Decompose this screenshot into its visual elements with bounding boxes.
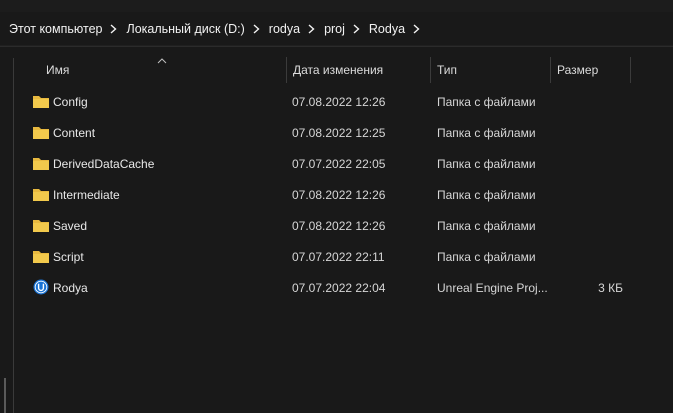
- column-resize-handle[interactable]: [630, 57, 631, 83]
- column-header-row: Имя Дата изменения Тип Размер: [14, 57, 673, 83]
- file-size: [554, 210, 623, 241]
- folder-icon: [33, 127, 49, 139]
- file-type: Папка с файлами: [437, 156, 536, 171]
- file-size: [554, 241, 623, 272]
- file-name: Config: [53, 94, 88, 109]
- file-type: Папка с файлами: [437, 94, 536, 109]
- file-name: Intermediate: [53, 187, 120, 202]
- chevron-right-icon[interactable]: [110, 23, 118, 34]
- file-date: 07.08.2022 12:26: [292, 218, 386, 233]
- folder-icon: [33, 158, 49, 170]
- file-name: DerivedDataCache: [53, 156, 155, 171]
- file-type: Unreal Engine Proj...: [437, 280, 548, 295]
- file-size: 3 КБ: [598, 280, 623, 295]
- chevron-right-icon[interactable]: [413, 23, 420, 34]
- column-header-date[interactable]: Дата изменения: [293, 57, 383, 83]
- column-resize-handle[interactable]: [286, 57, 287, 83]
- file-row-script[interactable]: Script 07.07.2022 22:11 Папка с файлами: [14, 241, 673, 272]
- file-type: Папка с файлами: [437, 187, 536, 202]
- column-resize-handle[interactable]: [550, 57, 551, 83]
- chevron-right-icon[interactable]: [308, 23, 315, 34]
- file-row-config[interactable]: Config 07.08.2022 12:26 Папка с файлами: [14, 86, 673, 117]
- file-row-rodya-uproject[interactable]: Rodya 07.07.2022 22:04 Unreal Engine Pro…: [14, 272, 673, 303]
- file-type: Папка с файлами: [437, 218, 536, 233]
- column-header-size[interactable]: Размер: [557, 57, 598, 83]
- breadcrumb-proj[interactable]: proj: [324, 22, 345, 36]
- window-top-strip: [0, 0, 673, 12]
- file-type: Папка с файлами: [437, 249, 536, 264]
- breadcrumb-this-pc[interactable]: Этот компьютер: [9, 22, 102, 36]
- folder-icon: [33, 251, 49, 263]
- column-header-name[interactable]: Имя: [46, 57, 69, 83]
- column-header-type[interactable]: Тип: [437, 57, 457, 83]
- file-date: 07.08.2022 12:25: [292, 125, 386, 140]
- file-size: [554, 117, 623, 148]
- breadcrumb-local-disk[interactable]: Локальный диск (D:): [126, 22, 244, 36]
- chevron-right-icon[interactable]: [353, 23, 360, 34]
- file-date: 07.07.2022 22:11: [292, 249, 385, 264]
- breadcrumb-rodya-project[interactable]: Rodya: [369, 22, 405, 36]
- file-row-deriveddatacache[interactable]: DerivedDataCache 07.07.2022 22:05 Папка …: [14, 148, 673, 179]
- file-type: Папка с файлами: [437, 125, 536, 140]
- file-name: Rodya: [53, 280, 88, 295]
- sort-ascending-icon: [157, 58, 167, 64]
- chevron-right-icon[interactable]: [253, 23, 260, 34]
- breadcrumb-rodya[interactable]: rodya: [269, 22, 300, 36]
- file-name: Script: [53, 249, 84, 264]
- address-divider: [0, 46, 673, 47]
- file-name: Saved: [53, 218, 88, 233]
- unreal-engine-icon: [33, 279, 49, 295]
- file-row-saved[interactable]: Saved 07.08.2022 12:26 Папка с файлами: [14, 210, 673, 241]
- folder-icon: [33, 220, 49, 232]
- address-bar[interactable]: Этот компьютер Локальный диск (D:) rodya…: [0, 12, 673, 46]
- file-size: [554, 179, 623, 210]
- file-date: 07.07.2022 22:04: [292, 280, 386, 295]
- file-size: [554, 148, 623, 179]
- file-row-intermediate[interactable]: Intermediate 07.08.2022 12:26 Папка с фа…: [14, 179, 673, 210]
- file-name: Content: [53, 125, 96, 140]
- scrollbar-thumb[interactable]: [4, 378, 6, 413]
- file-date: 07.07.2022 22:05: [292, 156, 386, 171]
- file-date: 07.08.2022 12:26: [292, 94, 386, 109]
- file-date: 07.08.2022 12:26: [292, 187, 386, 202]
- file-size: [554, 86, 623, 117]
- folder-icon: [33, 189, 49, 201]
- folder-icon: [33, 96, 49, 108]
- column-resize-handle[interactable]: [430, 57, 431, 83]
- file-row-content[interactable]: Content 07.08.2022 12:25 Папка с файлами: [14, 117, 673, 148]
